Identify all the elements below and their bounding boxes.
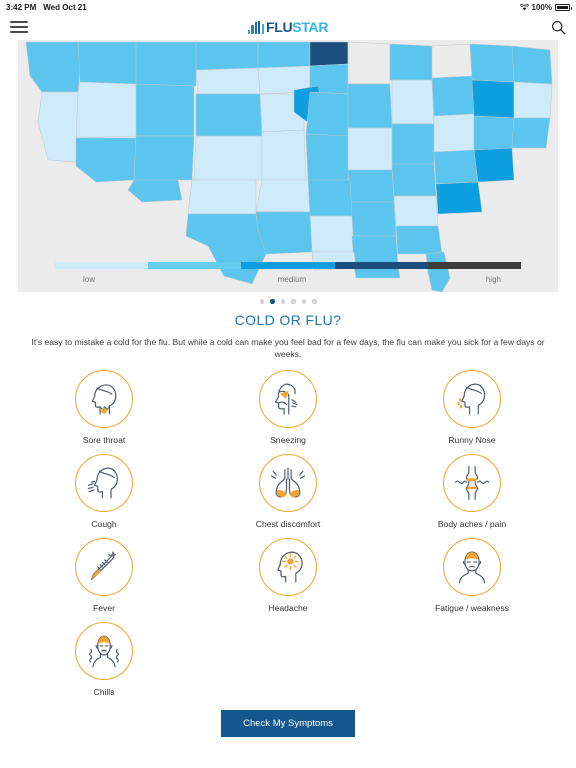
legend-segment-3 (334, 262, 428, 269)
legend-labels: low medium high (55, 275, 521, 284)
main-content: COLD OR FLU? It's easy to mistake a cold… (0, 309, 576, 698)
symptom-label: Runny Nose (448, 435, 496, 446)
legend-segment-1 (148, 262, 242, 269)
chest-discomfort-icon (270, 465, 306, 501)
legend-label-medium: medium (277, 275, 307, 284)
legend-color-bar (55, 262, 522, 269)
chills-icon (86, 633, 122, 669)
battery-icon (555, 3, 572, 11)
logo-text-primary: FLU (265, 19, 293, 35)
symptom-label: Fatigue / weakness (434, 603, 510, 614)
symptom-item-runny-nose[interactable]: Runny Nose (380, 370, 564, 445)
app-header: FLUSTAR (0, 14, 576, 40)
status-bar-left: 3:42 PM Wed Oct 21 (6, 3, 87, 12)
symptom-item-sneezing[interactable]: Sneezing (196, 370, 380, 445)
symptom-item-cough[interactable]: Cough (12, 454, 196, 529)
logo-text-secondary: STAR (292, 19, 329, 35)
pager-dot-2[interactable] (280, 299, 285, 304)
app-logo: FLUSTAR (0, 19, 576, 35)
symptom-item-body-aches-pain[interactable]: Body aches / pain (380, 454, 564, 529)
body-aches-icon (454, 465, 490, 501)
pager-dot-1[interactable] (270, 299, 275, 304)
page-description: It's easy to mistake a cold for the flu.… (31, 336, 545, 359)
flu-activity-map-panel[interactable]: low medium high (18, 40, 558, 292)
symptom-label: Sore throat (82, 435, 126, 446)
symptom-item-fever[interactable]: Fever (12, 538, 196, 613)
map-legend: low medium high (55, 262, 522, 284)
symptom-icon-circle[interactable] (259, 370, 317, 429)
symptom-icon-circle[interactable] (75, 538, 133, 597)
legend-segment-0 (55, 262, 149, 269)
symptom-item-chest-discomfort[interactable]: Chest discomfort (196, 454, 380, 529)
fever-thermometer-icon (86, 549, 122, 585)
legend-segment-4 (427, 262, 522, 269)
pager-dot-3[interactable] (291, 299, 296, 304)
page-title: COLD OR FLU? (234, 311, 342, 328)
fatigue-icon (454, 549, 490, 585)
symptom-icon-circle[interactable] (75, 370, 133, 429)
headache-icon (270, 549, 306, 585)
symptom-label: Cough (91, 519, 117, 530)
search-icon[interactable] (551, 20, 566, 35)
symptom-item-fatigue-weakness[interactable]: Fatigue / weakness (380, 538, 564, 613)
symptom-icon-circle[interactable] (75, 622, 133, 681)
symptom-icon-circle[interactable] (443, 370, 501, 429)
cough-icon (86, 465, 122, 501)
hamburger-menu-icon[interactable] (10, 21, 28, 33)
carousel-pager[interactable] (0, 292, 576, 309)
symptom-label: Chest discomfort (255, 519, 321, 530)
sneezing-icon (270, 381, 306, 417)
footer: Check My Symptoms (0, 697, 576, 753)
wifi-icon (519, 3, 529, 11)
symptom-item-sore-throat[interactable]: Sore throat (12, 370, 196, 445)
symptom-grid: Sore throat Sneezing Runny Nose Cough Chest … (12, 370, 564, 697)
check-my-symptoms-button[interactable]: Check My Symptoms (221, 710, 355, 738)
battery-percent: 100% (531, 2, 552, 12)
symptom-icon-circle[interactable] (259, 538, 317, 597)
bar-chart-logo-icon (247, 20, 264, 34)
symptom-label: Chills (93, 687, 115, 698)
legend-label-high: high (485, 275, 501, 284)
symptom-label: Headache (268, 603, 308, 614)
symptom-item-headache[interactable]: Headache (196, 538, 380, 613)
runny-nose-icon (454, 381, 490, 417)
pager-dot-4[interactable] (301, 299, 306, 304)
status-bar: 3:42 PM Wed Oct 21 100% (0, 0, 576, 14)
symptom-label: Sneezing (270, 435, 306, 446)
symptom-icon-circle[interactable] (443, 454, 501, 513)
pager-dot-0[interactable] (259, 299, 264, 304)
pager-dot-5[interactable] (312, 299, 317, 304)
status-time: 3:42 PM (6, 2, 37, 12)
symptom-label: Body aches / pain (437, 519, 507, 530)
legend-label-low: low (83, 275, 96, 284)
legend-segment-2 (241, 262, 335, 269)
symptom-icon-circle[interactable] (259, 454, 317, 513)
symptom-item-chills[interactable]: Chills (12, 622, 196, 697)
us-flu-map[interactable] (18, 40, 558, 292)
status-bar-right: 100% (519, 2, 572, 12)
sore-throat-icon (86, 381, 122, 417)
symptom-icon-circle[interactable] (75, 454, 133, 513)
symptom-label: Fever (93, 603, 115, 614)
symptom-icon-circle[interactable] (443, 538, 501, 597)
status-date: Wed Oct 21 (43, 2, 87, 12)
